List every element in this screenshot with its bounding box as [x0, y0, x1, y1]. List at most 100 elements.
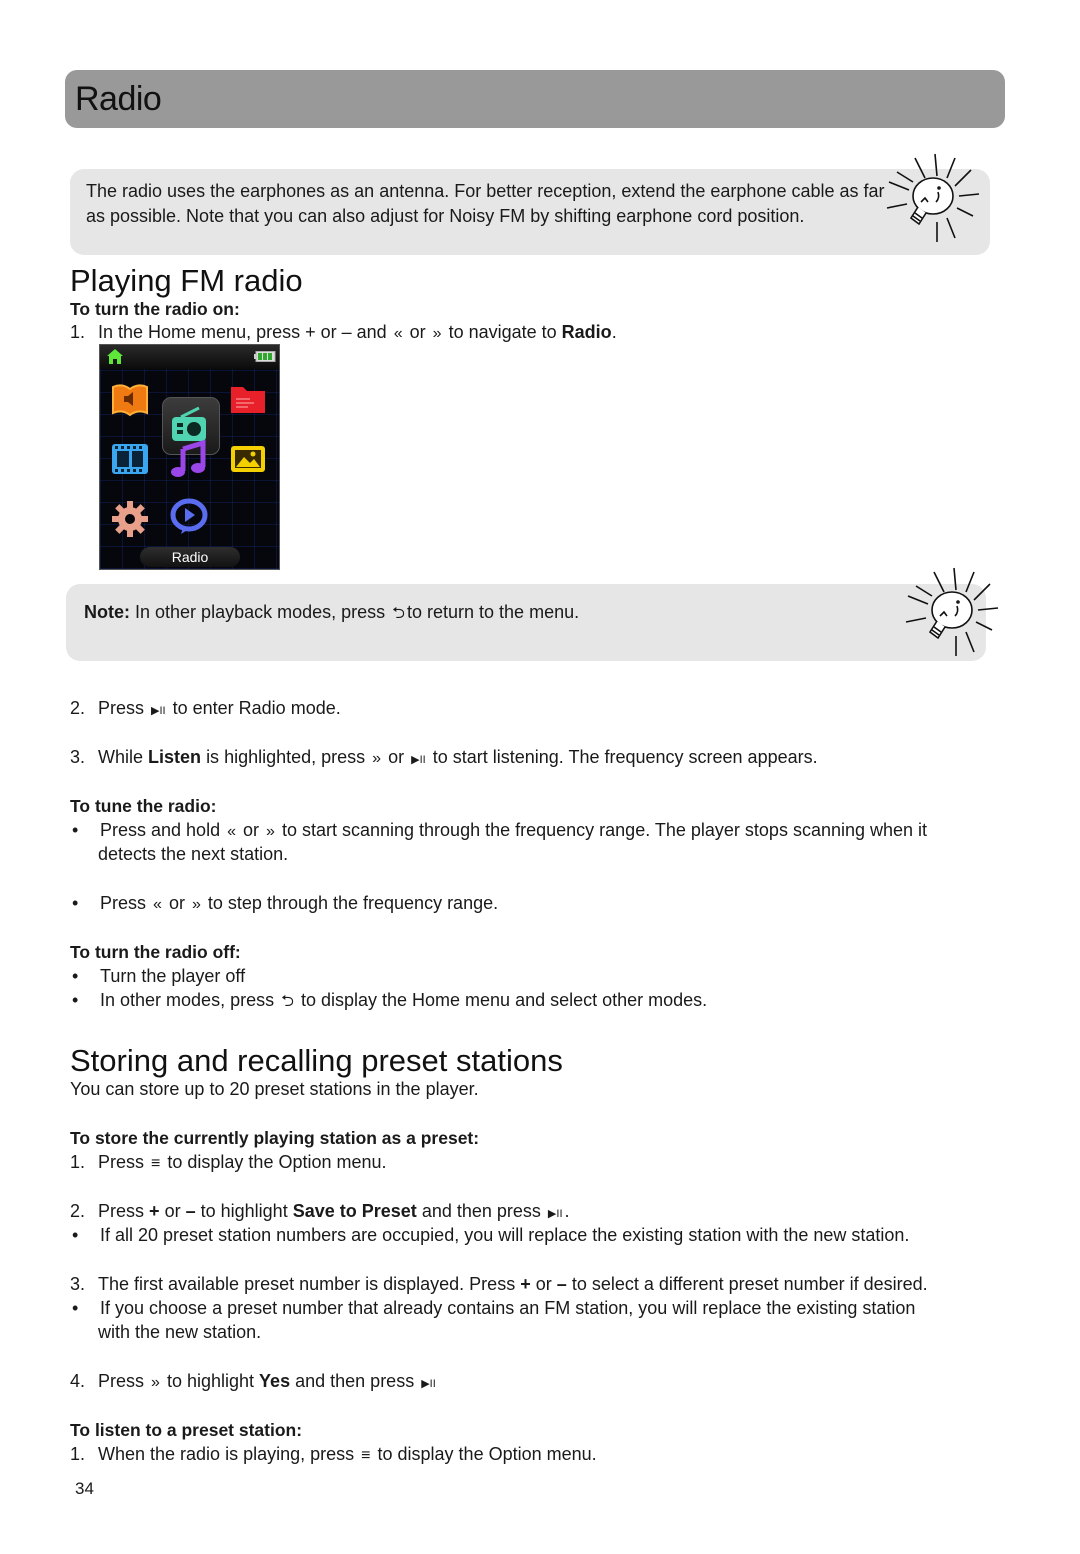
bullet-step: • Press « or » to step through the freque…	[70, 893, 498, 914]
internet-video-app-icon	[170, 498, 208, 534]
battery-icon	[254, 351, 276, 362]
step-text: to enter Radio mode.	[172, 698, 341, 718]
store-bullet-occupied: • If all 20 preset station numbers are oc…	[70, 1225, 909, 1246]
plus-symbol: +	[520, 1274, 531, 1294]
subheading-store: To store the currently playing station a…	[70, 1128, 480, 1148]
step-3-listen: 3. While Listen is highlighted, press » o…	[70, 747, 818, 768]
prev-icon: «	[227, 823, 236, 840]
menu-icon: ≡	[151, 1155, 161, 1172]
next-icon: »	[372, 750, 382, 767]
note-label: Note:	[84, 602, 130, 622]
store-step-1: 1. Press ≡ to display the Option menu.	[70, 1152, 387, 1173]
step-text: to navigate to	[448, 322, 557, 342]
back-icon: ⮌	[392, 605, 405, 622]
step-text: and then press	[295, 1371, 415, 1391]
step-2-enter-radio: 2. Press ▶II to enter Radio mode.	[70, 698, 341, 719]
note-box: Note: In other playback modes, press ⮌ to…	[66, 584, 986, 661]
step-text: Press	[98, 1371, 145, 1391]
presets-intro: You can store up to 20 preset stations i…	[70, 1079, 479, 1099]
subheading-turn-off: To turn the radio off:	[70, 942, 241, 962]
music-app-icon	[171, 439, 206, 477]
next-icon: »	[191, 896, 201, 913]
video-app-icon	[112, 444, 148, 474]
minus-symbol: –	[556, 1274, 567, 1294]
menu-icon: ≡	[361, 1447, 371, 1464]
step-text: to start listening. The frequency screen…	[432, 747, 818, 767]
step-bold: Listen	[148, 747, 202, 767]
play-pause-icon: ▶II	[411, 754, 426, 766]
step-bold: Yes	[259, 1371, 291, 1391]
step-text: and then press	[421, 1201, 541, 1221]
bullet: •	[72, 1225, 79, 1245]
bullet-text: Turn the player off	[100, 966, 246, 986]
next-icon: »	[266, 823, 275, 840]
bullet-text: to display the Home menu and select othe…	[300, 990, 708, 1010]
subheading-turn-on: To turn the radio on:	[70, 299, 240, 319]
bullet-text: to start scanning through the frequency …	[281, 820, 928, 840]
step-text: Press	[98, 1201, 145, 1221]
step-number: 4.	[70, 1371, 86, 1391]
status-bar	[100, 345, 279, 370]
step-text: to highlight	[166, 1371, 255, 1391]
step-text: While	[98, 747, 144, 767]
step-text: or	[164, 1201, 181, 1221]
bullet-other-modes: • In other modes, press ⮌ to display the …	[70, 990, 707, 1017]
chapter-title: Radio	[75, 80, 162, 118]
store-step-2: 2. Press + or – to highlight Save to Pres…	[70, 1201, 570, 1222]
prev-icon: «	[153, 896, 162, 913]
bullet-turn-off: • Turn the player off	[70, 966, 245, 987]
step-text: to highlight	[200, 1201, 288, 1221]
home-icon	[107, 349, 123, 364]
next-icon: »	[151, 1374, 160, 1391]
lightbulb-icon	[905, 567, 999, 656]
step-text: Press	[98, 1152, 145, 1172]
audiobook-app-icon	[112, 384, 148, 417]
plus-symbol: +	[149, 1201, 160, 1221]
selected-app-label: Radio	[140, 547, 240, 567]
step-text: or	[535, 1274, 552, 1294]
next-icon: »	[432, 325, 442, 342]
step-bold: Save to Preset	[292, 1201, 417, 1221]
bullet: •	[72, 1298, 79, 1318]
screen-background: Radio	[100, 369, 279, 569]
section-heading-presets: Storing and recalling preset stations	[70, 1043, 563, 1078]
step-text: In the Home menu, press + or – and	[98, 322, 387, 342]
bullet-text: to step through the frequency range.	[207, 893, 499, 913]
note-text-pre: In other playback modes, press	[135, 602, 386, 622]
step-text: The first available preset number is dis…	[98, 1274, 516, 1294]
step-text: or	[409, 322, 426, 342]
bullet-text: If you choose a preset number that alrea…	[100, 1298, 916, 1318]
bullet-text: or	[243, 820, 260, 840]
store-step-3: 3. The first available preset number is d…	[70, 1274, 928, 1295]
photos-app-icon	[231, 446, 265, 472]
step-number: 1.	[70, 322, 86, 342]
tip-box: The radio uses the earphones as an anten…	[70, 169, 990, 255]
store-bullet-replace-continuation: with the new station.	[98, 1322, 262, 1342]
bullet-text: Press and hold	[100, 820, 221, 840]
section-heading-playing-fm: Playing FM radio	[70, 263, 303, 298]
step-text: Press	[98, 698, 145, 718]
step-text: When the radio is playing, press	[98, 1444, 355, 1464]
bullet: •	[72, 820, 79, 840]
bullet-text: or	[168, 893, 185, 913]
step-number: 1.	[70, 1444, 86, 1464]
step-number: 3.	[70, 747, 86, 767]
prev-icon: «	[393, 325, 403, 342]
step-number: 3.	[70, 1274, 86, 1294]
step-bold: Radio	[561, 322, 612, 342]
step-number: 2.	[70, 1201, 86, 1221]
lightbulb-icon	[886, 153, 980, 242]
tip-text: The radio uses the earphones as an anten…	[86, 181, 885, 226]
bullet-text: Press	[100, 893, 147, 913]
settings-app-icon	[112, 501, 148, 537]
step-text: .	[564, 1201, 570, 1221]
store-bullet-replace: • If you choose a preset number that alre…	[70, 1298, 915, 1319]
bullet: •	[72, 990, 79, 1010]
bullet-text: If all 20 preset station numbers are occ…	[100, 1225, 910, 1245]
step-1-navigate: 1. In the Home menu, press + or – and « o…	[70, 322, 617, 343]
bullet: •	[72, 893, 79, 913]
bullet-scan-continuation: detects the next station.	[98, 844, 289, 864]
bullet-text: In other modes, press	[100, 990, 275, 1010]
subheading-listen: To listen to a preset station:	[70, 1420, 303, 1440]
page-number: 34	[75, 1479, 94, 1498]
